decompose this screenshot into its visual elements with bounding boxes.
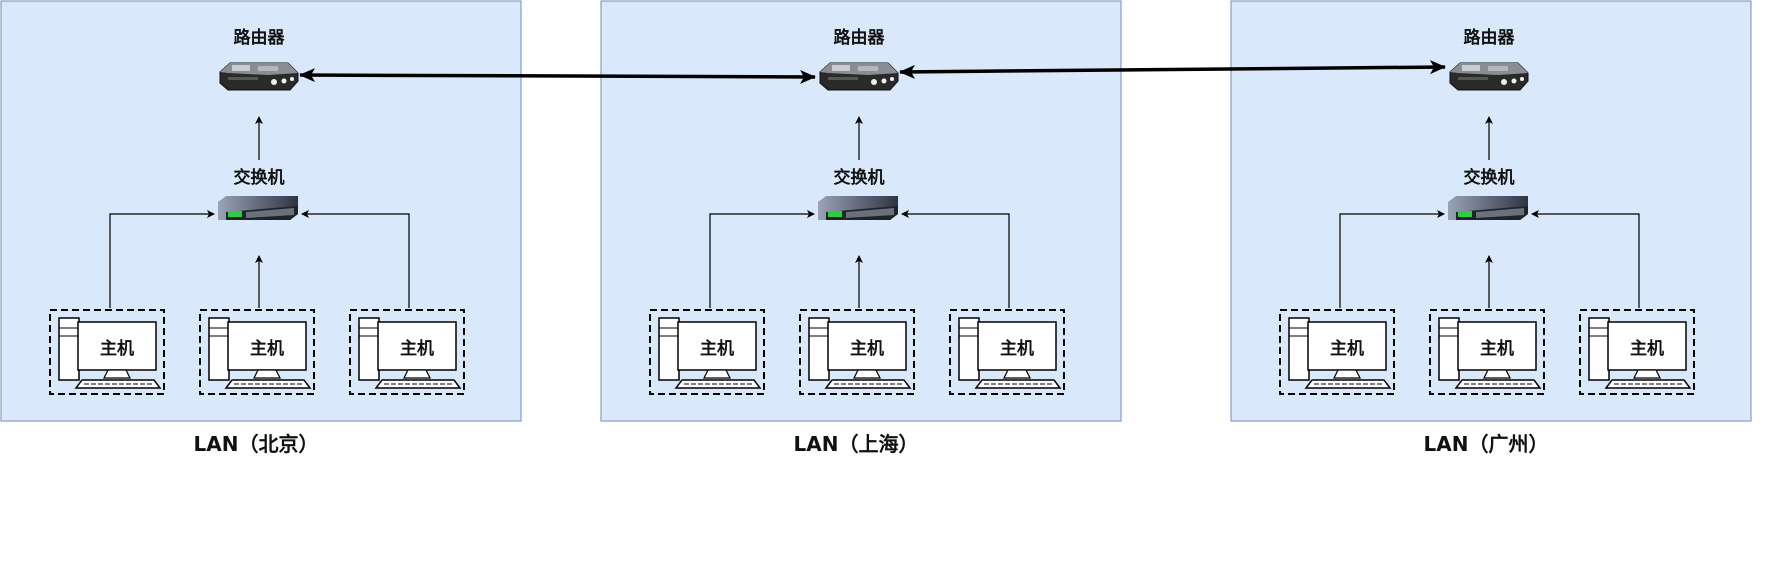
host-label: 主机 <box>850 338 884 359</box>
switch-label: 交换机 <box>834 167 885 188</box>
router-link-beijing-shanghai <box>299 68 816 84</box>
host-label: 主机 <box>1630 338 1664 359</box>
host-label: 主机 <box>250 338 284 359</box>
router-icon <box>819 62 899 91</box>
router-icon <box>219 62 299 91</box>
switch-icon <box>218 196 298 220</box>
switch-label: 交换机 <box>1464 167 1515 188</box>
router-icon <box>1449 62 1529 91</box>
switch-icon <box>1448 196 1528 220</box>
switch-label: 交换机 <box>234 167 285 188</box>
router-label: 路由器 <box>1464 27 1516 48</box>
host-label: 主机 <box>1330 338 1364 359</box>
lan-title: LAN（北京） <box>194 432 319 456</box>
lan-title: LAN（广州） <box>1424 432 1549 456</box>
host-label: 主机 <box>1480 338 1514 359</box>
host-label: 主机 <box>1000 338 1034 359</box>
host-label: 主机 <box>700 338 734 359</box>
switch-icon <box>818 196 898 220</box>
router-label: 路由器 <box>234 27 286 48</box>
router-label: 路由器 <box>834 27 886 48</box>
host-label: 主机 <box>400 338 434 359</box>
host-label: 主机 <box>100 338 134 359</box>
lan-group: 路由器 交换机 主机 主机 主机 LAN（北京） <box>0 0 522 456</box>
network-diagram: 路由器 交换机 主机 主机 主机 LAN（北京） 路由器 交换机 主机 主机 主… <box>0 0 1752 456</box>
lan-title: LAN（上海） <box>794 432 919 456</box>
